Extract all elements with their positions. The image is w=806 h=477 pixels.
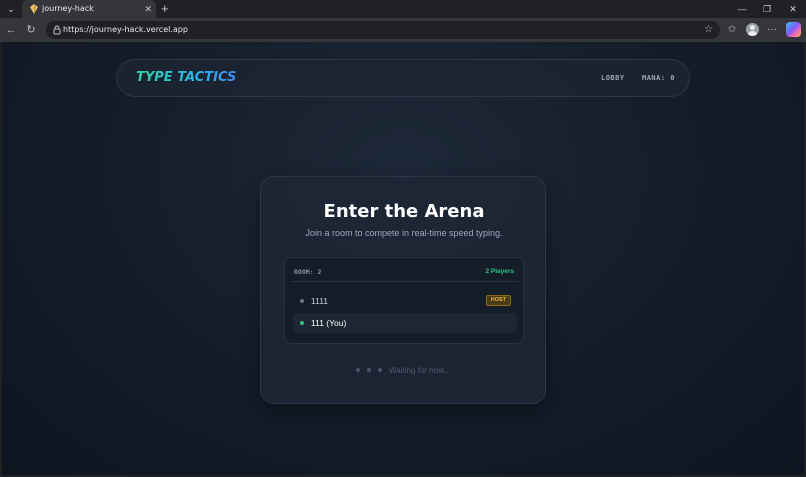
window-close-icon[interactable]: ✕ [783,2,803,16]
minimize-icon[interactable]: — [732,2,752,16]
site-info-icon[interactable] [51,24,63,36]
app-logo[interactable]: TYPE TACTICS [136,70,236,85]
host-badge: HOST [485,295,511,306]
profile-avatar[interactable] [746,23,759,36]
tab-search-chevron-icon[interactable]: ⌄ [4,2,18,16]
browser-toolbar: ← ↻ https://journey-hack.vercel.app ☆ ✩ … [0,18,806,42]
url-text: https://journey-hack.vercel.app [63,25,188,34]
status-dot-icon [300,299,304,303]
back-icon[interactable]: ← [4,23,18,37]
card-subtitle: Join a room to compete in real-time spee… [305,228,503,238]
arena-card: Enter the Arena Join a room to compete i… [260,176,546,404]
player-row: 1111 HOST [293,291,517,311]
tab-title: journey-hack [42,4,94,13]
app-navbar: TYPE TACTICS LOBBY MANA: 0 [116,59,690,97]
browser-tab[interactable]: journey-hack ✕ [22,0,156,18]
favicon-icon [30,4,38,14]
address-bar[interactable]: https://journey-hack.vercel.app ☆ [46,21,720,39]
room-label: ROOM: 2 [294,268,322,276]
favorite-star-icon[interactable]: ☆ [704,23,713,37]
nav-lobby-link[interactable]: LOBBY [601,74,625,82]
favorites-icon[interactable]: ✩ [724,22,740,38]
player-name: 1111 [311,296,329,306]
tab-strip: ⌄ journey-hack ✕ + — ❐ ✕ [0,0,806,18]
page-viewport: TYPE TACTICS LOBBY MANA: 0 Enter the Are… [2,42,804,475]
reload-icon[interactable]: ↻ [24,23,38,37]
waiting-indicator: Waiting for host... [261,365,547,377]
tab-close-icon[interactable]: ✕ [144,3,152,15]
card-title: Enter the Arena [323,201,485,222]
more-options-icon[interactable]: ··· [764,22,780,38]
player-count: 2 Players [485,268,514,275]
waiting-text: Waiting for host... [389,366,451,375]
mana-counter: MANA: 0 [642,74,676,82]
loading-dot-icon [378,368,382,372]
player-row-self: 111 (You) [293,313,517,333]
copilot-icon[interactable] [786,22,801,37]
new-tab-icon[interactable]: + [161,1,169,17]
room-panel: ROOM: 2 2 Players 1111 HOST 111 (You) [284,257,524,344]
status-dot-icon [300,321,304,325]
divider [291,281,519,282]
loading-dot-icon [356,368,360,372]
restore-icon[interactable]: ❐ [757,2,777,16]
loading-dot-icon [367,368,371,372]
player-name: 111 (You) [311,318,347,328]
